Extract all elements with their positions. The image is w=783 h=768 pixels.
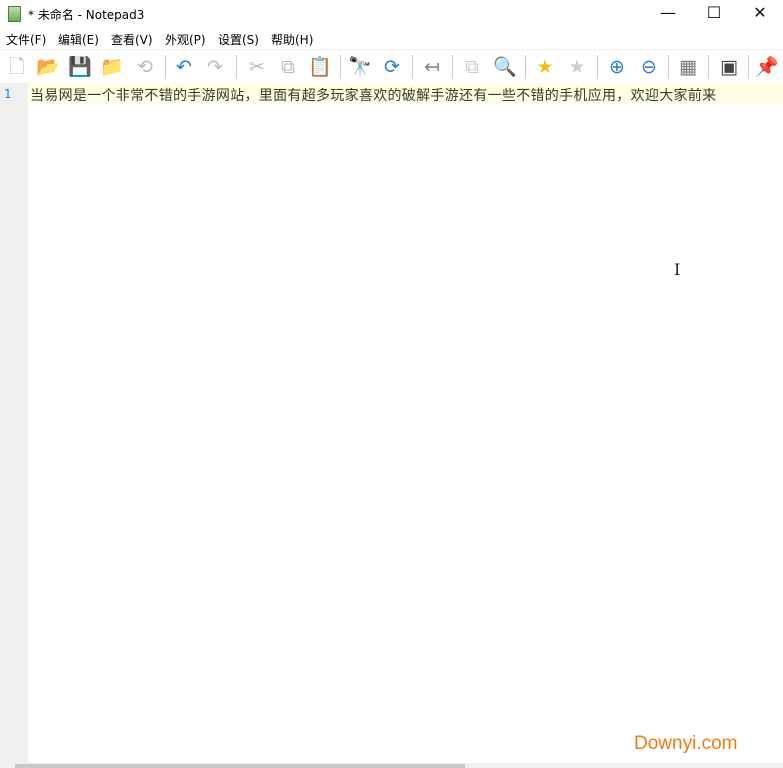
terminal-icon[interactable]: ▣ [717,55,741,79]
copy-icon[interactable]: ⧉ [276,55,300,79]
title-bar: * 未命名 - Notepad3 — ☐ ✕ [0,0,783,28]
toolbar-separator [525,55,526,79]
window-title: * 未命名 - Notepad3 [28,8,145,22]
undo-icon[interactable]: ↶ [172,55,196,79]
toolbar-separator [236,55,237,79]
save-icon[interactable]: 💾 [68,55,92,79]
menu-edit[interactable]: 编辑(E) [58,31,99,48]
menu-file[interactable]: 文件(F) [6,31,46,48]
minimize-button[interactable]: — [645,0,691,28]
toolbar-separator [748,55,749,79]
toolbar: 🗋 📂 💾 📁 ⟲ ↶ ↷ ✂ ⧉ 📋 🔭 ⟳ ↤ ⧉ 🔍 ★ ★ ⊕ ⊖ ▦ ▣ 📌 [0,49,783,83]
menu-bar: 文件(F) 编辑(E) 查看(V) 外观(P) 设置(S) 帮助(H) [0,28,783,48]
toolbar-separator [452,55,453,79]
menu-settings[interactable]: 设置(S) [218,31,259,48]
paste-icon[interactable]: 📋 [308,55,332,79]
toolbar-separator [412,55,413,79]
schema-icon[interactable]: ⧉ [460,55,484,79]
open-folder-icon[interactable]: 📂 [36,55,60,79]
zoom-in-icon[interactable]: ⊕ [605,55,629,79]
word-wrap-icon[interactable]: ↤ [420,55,444,79]
find-region-icon[interactable]: 🔍 [493,55,517,79]
zoom-out-icon[interactable]: ⊖ [637,55,661,79]
editor-text[interactable]: 当易网是一个非常不错的手游网站，里面有超多玩家喜欢的破解手游还有一些不错的手机应… [30,85,716,105]
text-cursor-icon: I [674,260,681,279]
find-icon[interactable]: 🔭 [348,55,372,79]
menu-view[interactable]: 查看(V) [111,31,153,48]
line-number: 1 [4,87,12,101]
save-as-icon[interactable]: 📁 [100,55,124,79]
toolbar-separator [597,55,598,79]
watermark: Downyi.com [634,733,738,754]
maximize-button[interactable]: ☐ [691,0,737,28]
favorite-icon[interactable]: ★ [533,55,557,79]
revert-icon[interactable]: ⟲ [133,55,157,79]
line-number-gutter [0,83,28,763]
menu-help[interactable]: 帮助(H) [271,31,313,48]
pin-icon[interactable]: 📌 [755,55,779,79]
redo-icon[interactable]: ↷ [203,55,227,79]
replace-icon[interactable]: ⟳ [380,55,404,79]
toolbar-separator [165,55,166,79]
horizontal-scrollbar-thumb[interactable] [15,764,465,768]
new-file-icon[interactable]: 🗋 [5,55,29,79]
toolbar-separator [668,55,669,79]
menu-appearance[interactable]: 外观(P) [165,31,206,48]
toolbar-separator [708,55,709,79]
notepad-app-icon [8,6,21,22]
toolbar-separator [340,55,341,79]
close-button[interactable]: ✕ [737,0,783,28]
add-favorite-icon[interactable]: ★ [565,55,589,79]
keyboard-icon[interactable]: ▦ [676,55,700,79]
cut-icon[interactable]: ✂ [245,55,269,79]
